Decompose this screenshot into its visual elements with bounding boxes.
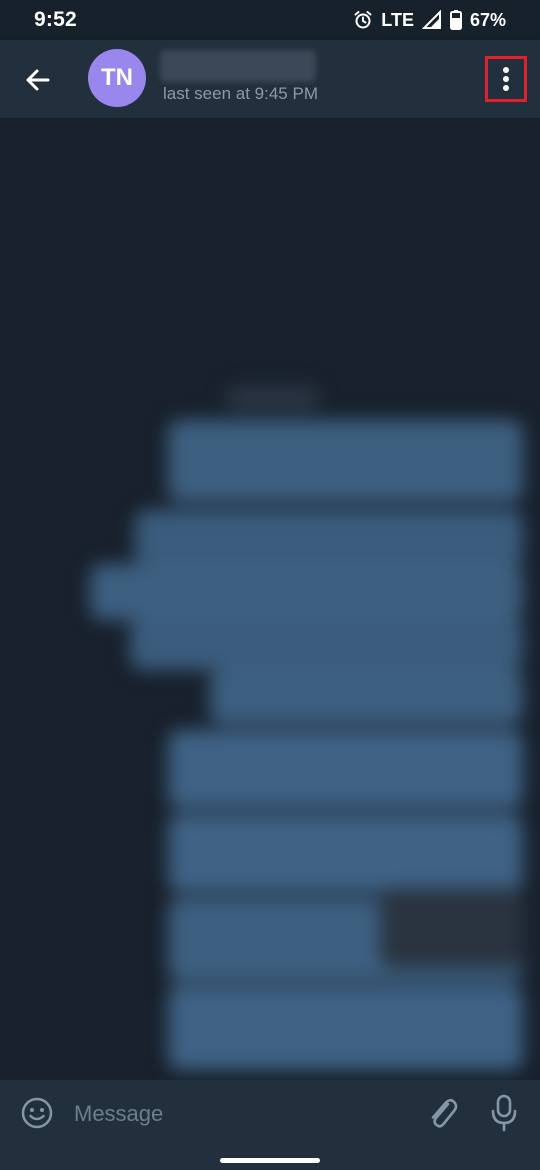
microphone-icon (491, 1094, 517, 1132)
status-time: 9:52 (34, 8, 77, 31)
date-chip (225, 386, 320, 410)
battery-icon (449, 10, 462, 30)
microphone-button[interactable] (488, 1092, 520, 1134)
last-seen-status: last seen at 9:45 PM (163, 84, 318, 103)
home-indicator[interactable] (220, 1158, 320, 1163)
attach-button[interactable] (424, 1094, 460, 1132)
battery-percent: 67% (469, 9, 506, 30)
back-button[interactable] (18, 60, 58, 100)
system-nav-bar (0, 1146, 540, 1170)
message-media (380, 888, 523, 968)
paperclip-icon (431, 1098, 458, 1128)
message-input[interactable] (72, 1092, 396, 1136)
message-bubble (210, 670, 523, 724)
message-bubble (168, 420, 523, 502)
blurred-messages (0, 118, 540, 1080)
network-label: LTE (381, 9, 414, 30)
avatar-initials: TN (101, 64, 133, 91)
message-bubble (130, 618, 523, 670)
status-icons: LTE 67% (353, 10, 506, 31)
more-vertical-icon (503, 67, 509, 91)
status-bar: 9:52 LTE 67% (0, 0, 540, 40)
message-bubble (135, 510, 523, 566)
avatar[interactable]: TN (88, 49, 146, 107)
message-bubble (168, 986, 523, 1070)
message-bubble (168, 730, 523, 808)
message-list[interactable] (0, 118, 540, 1080)
composer-bar (0, 1080, 540, 1146)
emoji-icon (21, 1097, 53, 1129)
emoji-button[interactable] (20, 1096, 54, 1130)
back-arrow-icon (26, 69, 50, 91)
more-options-button[interactable] (485, 56, 527, 102)
signal-icon (421, 10, 442, 30)
contact-name[interactable] (160, 50, 316, 82)
message-bubble (168, 814, 523, 892)
message-bubble (90, 564, 523, 620)
chat-header: TN last seen at 9:45 PM (0, 40, 540, 118)
alarm-icon (353, 10, 373, 30)
